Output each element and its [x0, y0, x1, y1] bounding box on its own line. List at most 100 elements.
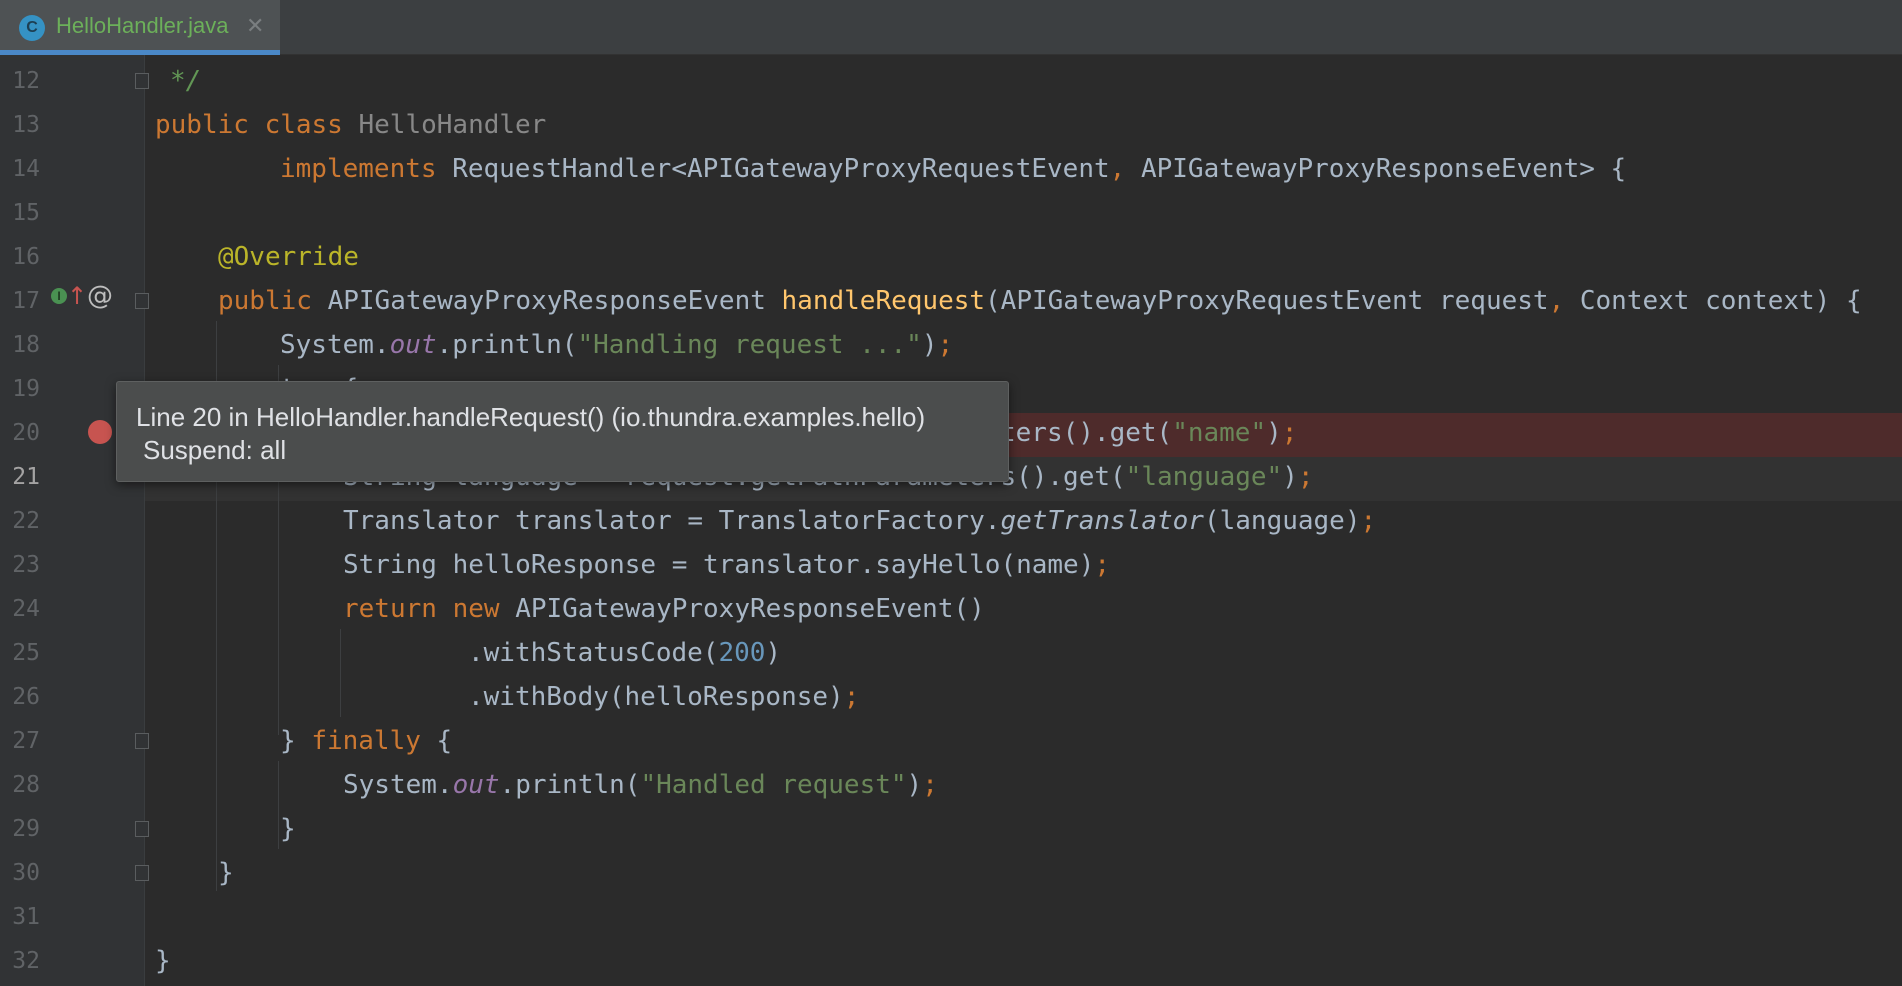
line-number[interactable]: 15	[0, 191, 40, 235]
code-text: }	[280, 726, 312, 756]
code-text: ().get(	[1016, 462, 1126, 492]
code-line-26[interactable]: .withBody(helloResponse);	[468, 675, 859, 719]
code-text: }	[155, 946, 171, 976]
code-text: .println(	[499, 770, 641, 800]
code-text: )	[1282, 462, 1298, 492]
code-text: (APIGatewayProxyRequestEvent request	[985, 286, 1549, 316]
indent-guide	[278, 761, 279, 849]
code-line-14[interactable]: implements RequestHandler<APIGatewayProx…	[280, 147, 1626, 191]
keyword: finally	[311, 726, 437, 756]
line-number[interactable]: 30	[0, 851, 40, 895]
code-text: )	[1266, 418, 1282, 448]
code-text: APIGatewayProxyResponseEvent	[327, 286, 782, 316]
semicolon: ;	[1094, 550, 1111, 580]
code-line-28[interactable]: System.out.println("Handled request");	[343, 763, 938, 807]
fold-marker-icon[interactable]	[135, 293, 149, 309]
comment-end: */	[170, 66, 202, 96]
line-number[interactable]: 12	[0, 59, 40, 103]
line-number[interactable]: 20	[0, 411, 40, 455]
gutter-divider	[144, 55, 145, 986]
code-line-32[interactable]: }	[155, 939, 171, 983]
code-line-16[interactable]: @Override	[218, 235, 359, 279]
comma: ,	[1548, 286, 1580, 316]
code-text: RequestHandler<APIGatewayProxyRequestEve…	[452, 154, 1110, 184]
keyword: implements	[280, 154, 453, 184]
string-literal: "language"	[1125, 462, 1283, 492]
keyword: public	[218, 286, 328, 316]
line-number[interactable]: 24	[0, 587, 40, 631]
tab-hellohandler-java[interactable]: C HelloHandler.java ✕	[0, 0, 280, 55]
fold-marker-icon[interactable]	[135, 821, 149, 837]
indent-guide	[340, 629, 341, 717]
semicolon: ;	[1297, 462, 1314, 492]
line-number[interactable]: 29	[0, 807, 40, 851]
line-number[interactable]: 26	[0, 675, 40, 719]
code-line-23[interactable]: String helloResponse = translator.sayHel…	[343, 543, 1110, 587]
code-text: System.	[280, 330, 390, 360]
semicolon: ;	[843, 682, 860, 712]
static-field: out	[452, 770, 500, 800]
code-line-13[interactable]: public class HelloHandler	[155, 103, 546, 147]
code-line-29[interactable]: }	[280, 807, 296, 851]
code-line-25[interactable]: .withStatusCode(200)	[468, 631, 781, 675]
code-line-17[interactable]: public APIGatewayProxyResponseEvent hand…	[218, 279, 1862, 323]
line-number[interactable]: 28	[0, 763, 40, 807]
line-number[interactable]: 32	[0, 939, 40, 983]
code-line-18[interactable]: System.out.println("Handling request ...…	[280, 323, 953, 367]
code-text: .withBody(helloResponse)	[468, 682, 844, 712]
tab-label: HelloHandler.java	[56, 13, 229, 38]
line-number[interactable]: 16	[0, 235, 40, 279]
line-number[interactable]: 22	[0, 499, 40, 543]
fold-marker-icon[interactable]	[135, 865, 149, 881]
code-text: )	[921, 330, 938, 360]
override-up-arrow-icon[interactable]: ↑	[67, 282, 87, 310]
tooltip-location: Line 20 in HelloHandler.handleRequest() …	[136, 402, 926, 432]
tooltip-suspend: Suspend: all	[143, 435, 287, 465]
line-number[interactable]: 13	[0, 103, 40, 147]
semicolon: ;	[937, 330, 954, 360]
code-line-27[interactable]: } finally {	[280, 719, 452, 763]
code-text: APIGatewayProxyResponseEvent> {	[1140, 154, 1627, 184]
string-literal: "Handling request ..."	[577, 330, 922, 360]
code-text: System.	[343, 770, 453, 800]
static-method: getTranslator	[1000, 506, 1204, 536]
keyword: public class	[155, 110, 359, 140]
code-text: .println(	[436, 330, 578, 360]
class-name: HelloHandler	[358, 110, 547, 140]
class-icon: C	[19, 15, 45, 41]
fold-marker-icon[interactable]	[135, 73, 149, 89]
annotation-at-icon[interactable]: @	[87, 281, 113, 311]
breakpoint-icon[interactable]	[88, 420, 112, 444]
code-text: APIGatewayProxyResponseEvent()	[515, 594, 985, 624]
line-number[interactable]: 18	[0, 323, 40, 367]
line-number[interactable]: 17	[0, 279, 40, 323]
code-text: )	[765, 638, 782, 668]
line-number[interactable]: 23	[0, 543, 40, 587]
line-number-current[interactable]: 21	[0, 455, 40, 499]
line-number[interactable]: 19	[0, 367, 40, 411]
code-text: ters().get(	[1000, 418, 1173, 448]
close-icon[interactable]: ✕	[246, 13, 264, 39]
line-number[interactable]: 31	[0, 895, 40, 939]
code-text: )	[906, 770, 923, 800]
code-text: }	[218, 858, 234, 888]
code-line-12[interactable]: */	[170, 59, 201, 103]
line-number[interactable]: 14	[0, 147, 40, 191]
fold-marker-icon[interactable]	[135, 733, 149, 749]
code-line-30[interactable]: }	[218, 851, 234, 895]
implements-method-icon[interactable]: I	[51, 288, 67, 304]
code-text: {	[436, 726, 453, 756]
comma: ,	[1109, 154, 1141, 184]
code-text: Context context) {	[1579, 286, 1862, 316]
method-name: handleRequest	[781, 286, 986, 316]
semicolon: ;	[1281, 418, 1298, 448]
line-number[interactable]: 27	[0, 719, 40, 763]
code-line-20[interactable]: ters().get("name");	[1000, 411, 1297, 455]
semicolon: ;	[1360, 506, 1377, 536]
semicolon: ;	[922, 770, 938, 800]
code-line-24[interactable]: return new APIGatewayProxyResponseEvent(…	[343, 587, 985, 631]
code-line-22[interactable]: Translator translator = TranslatorFactor…	[343, 499, 1376, 543]
breakpoint-tooltip: Line 20 in HelloHandler.handleRequest() …	[116, 381, 1009, 482]
annotation: @Override	[218, 242, 359, 272]
line-number[interactable]: 25	[0, 631, 40, 675]
